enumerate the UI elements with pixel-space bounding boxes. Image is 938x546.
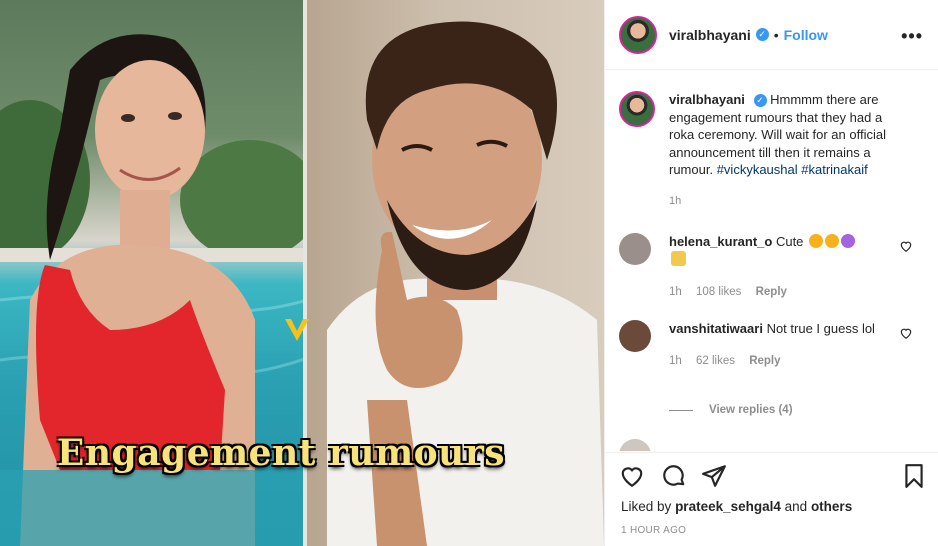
post-media[interactable]: Engagement rumours bbox=[0, 0, 604, 546]
replies-line bbox=[669, 409, 693, 411]
commenter-avatar[interactable] bbox=[619, 439, 651, 451]
post-side-panel: viralbhayani ✓ • Follow ••• viralbhayani… bbox=[604, 0, 938, 546]
like-comment-heart-icon[interactable] bbox=[899, 239, 913, 253]
comment-likes[interactable]: 62 likes bbox=[696, 355, 735, 367]
comment-time: 1h bbox=[669, 355, 682, 367]
follow-button[interactable]: Follow bbox=[784, 27, 828, 43]
liked-by-and: and bbox=[784, 499, 808, 514]
share-icon[interactable] bbox=[701, 463, 727, 489]
comment-body: helena_kurant_o Cute 1h 108 likes Reply bbox=[669, 233, 884, 301]
praying-hands-emoji-icon bbox=[671, 251, 686, 266]
comment-body: vanshitatiwaari Not true I guess lol 1h … bbox=[669, 320, 884, 370]
view-replies-button[interactable]: View replies (4) bbox=[669, 404, 793, 416]
liked-by-prefix: Liked by bbox=[621, 499, 672, 514]
heart-icon[interactable] bbox=[619, 463, 645, 489]
comment-item: vanshitatiwaari Not true I guess lol 1h … bbox=[619, 320, 925, 370]
like-comment-heart-icon[interactable] bbox=[899, 326, 913, 340]
comment-likes[interactable]: 108 likes bbox=[696, 286, 741, 298]
caption-avatar[interactable] bbox=[619, 91, 655, 127]
commenter-username[interactable]: helena_kurant_o bbox=[669, 234, 772, 249]
author-username[interactable]: viralbhayani bbox=[669, 27, 751, 43]
comment-text: Cute bbox=[775, 234, 804, 249]
comment-text: Not true I guess lol bbox=[766, 321, 875, 336]
caption-username[interactable]: viralbhayani bbox=[669, 92, 745, 107]
comment-icon[interactable] bbox=[661, 463, 687, 489]
comment-time: 1h bbox=[669, 286, 682, 298]
liked-by-others[interactable]: others bbox=[811, 499, 852, 514]
liked-by-user[interactable]: prateek_sehgal4 bbox=[675, 499, 781, 514]
post-header: viralbhayani ✓ • Follow ••• bbox=[605, 0, 938, 70]
author-avatar[interactable] bbox=[619, 15, 657, 54]
post-caption: viralbhayani ✓ Hmmmm there are engagemen… bbox=[619, 91, 919, 210]
hashtag-link[interactable]: #vickykaushal bbox=[717, 162, 798, 177]
verified-badge-icon: ✓ bbox=[753, 94, 767, 108]
commenter-username[interactable]: vanshitatiwaari bbox=[669, 321, 763, 336]
comments-section[interactable]: viralbhayani ✓ Hmmmm there are engagemen… bbox=[605, 71, 938, 451]
post-timestamp: 1 HOUR AGO bbox=[621, 525, 687, 536]
caption-text-block: viralbhayani ✓ Hmmmm there are engagemen… bbox=[669, 91, 899, 210]
comment-meta: 1h 62 likes Reply bbox=[669, 352, 884, 370]
liked-by-text: Liked by prateek_sehgal4 and others bbox=[621, 499, 852, 514]
comment-item: helena_kurant_o Cute 1h 108 likes Reply bbox=[619, 233, 925, 301]
view-replies-label: View replies (4) bbox=[709, 404, 793, 416]
header-separator: • bbox=[773, 26, 779, 43]
hashtag-link[interactable]: #katrinakaif bbox=[801, 162, 867, 177]
bookmark-icon[interactable] bbox=[901, 463, 927, 489]
heart-eyes-emoji-icon bbox=[825, 234, 840, 248]
media-overlay-text: Engagement rumours bbox=[56, 432, 506, 474]
comment-meta: 1h 108 likes Reply bbox=[669, 283, 884, 301]
commenter-avatar[interactable] bbox=[619, 320, 651, 352]
watermark-logo-icon bbox=[285, 319, 309, 341]
ellipsis-icon[interactable]: ••• bbox=[901, 26, 923, 47]
commenter-avatar[interactable] bbox=[619, 233, 651, 265]
purple-heart-emoji-icon bbox=[841, 234, 856, 248]
reply-button[interactable]: Reply bbox=[749, 355, 780, 367]
caption-time: 1h bbox=[669, 194, 682, 207]
actions-bar: Liked by prateek_sehgal4 and others 1 HO… bbox=[605, 452, 938, 546]
heart-eyes-emoji-icon bbox=[809, 234, 824, 248]
reply-button[interactable]: Reply bbox=[756, 286, 787, 298]
verified-badge-icon: ✓ bbox=[755, 28, 769, 41]
